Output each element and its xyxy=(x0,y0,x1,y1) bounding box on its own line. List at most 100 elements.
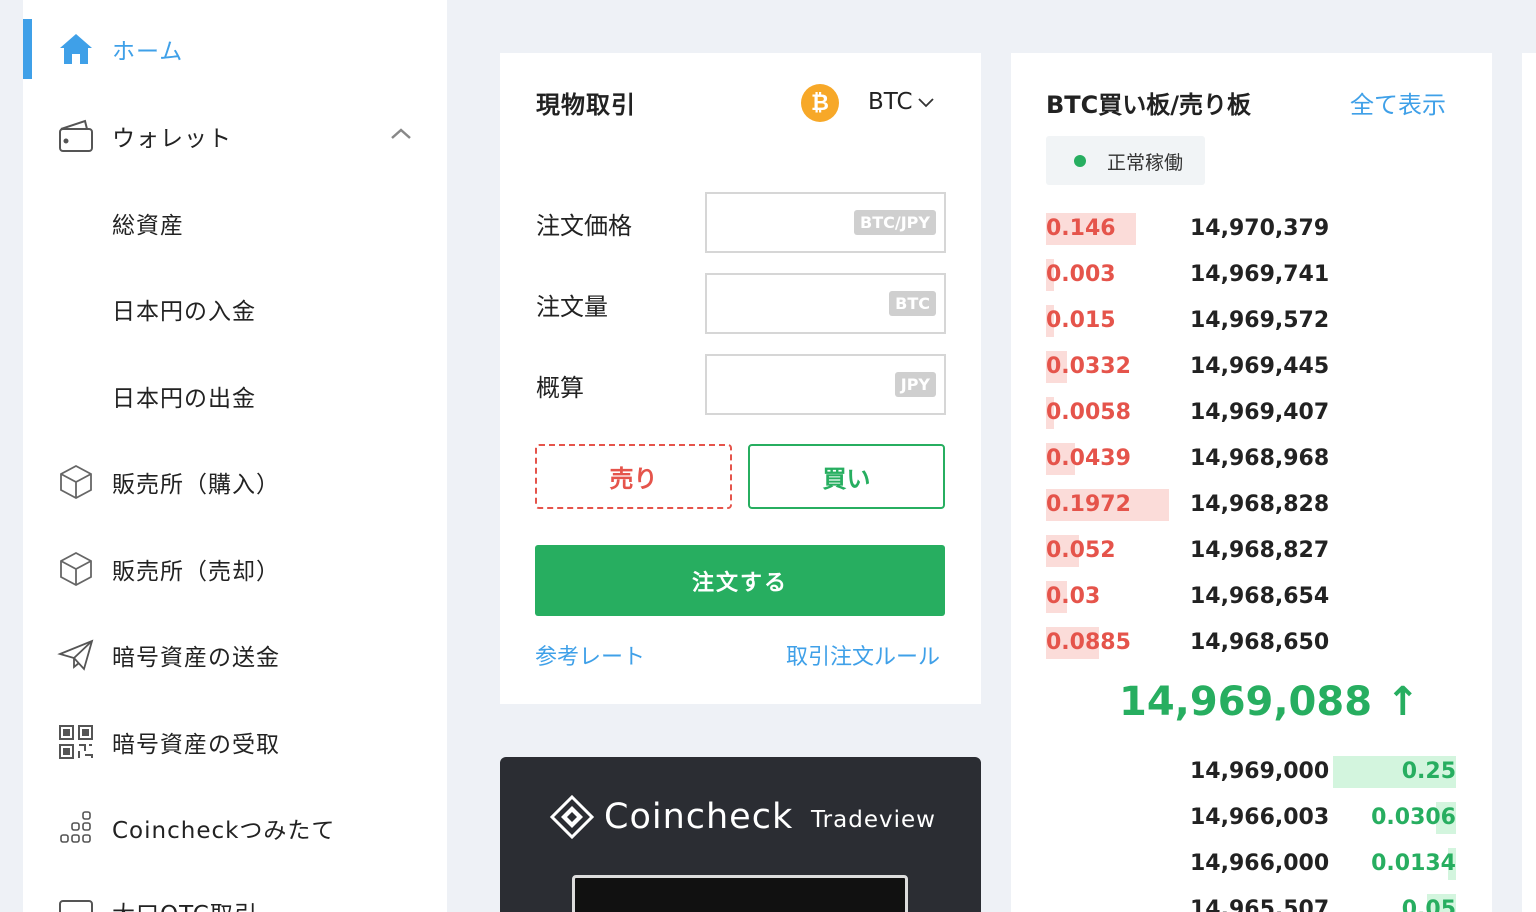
tradeview-banner[interactable]: Coincheck Tradeview xyxy=(500,757,981,912)
ask-price: 14,968,654 xyxy=(1190,584,1330,609)
sidebar-item-jpy-withdraw[interactable]: 日本円の出金 xyxy=(23,366,447,426)
ask-row[interactable]: 0.0058 14,969,407 xyxy=(1046,397,1456,429)
bid-price: 14,966,000 xyxy=(1190,851,1330,876)
ask-row[interactable]: 0.1972 14,968,828 xyxy=(1046,489,1456,521)
bid-row[interactable]: 14,969,000 0.25 xyxy=(1046,756,1456,788)
status-badge: 正常稼働 xyxy=(1046,136,1205,185)
ask-qty: 0.0439 xyxy=(1046,446,1131,471)
bid-price: 14,965,507 xyxy=(1190,897,1330,912)
bid-qty: 0.0306 xyxy=(1371,805,1456,830)
sidebar-item-buy[interactable]: 販売所（購入） xyxy=(23,452,447,512)
ask-row[interactable]: 0.015 14,969,572 xyxy=(1046,305,1456,337)
sidebar-item-label: ホーム xyxy=(112,39,184,65)
ask-price: 14,968,968 xyxy=(1190,446,1330,471)
home-icon xyxy=(57,30,95,68)
sidebar-item-label: 販売所（購入） xyxy=(112,472,280,498)
reference-rate-link[interactable]: 参考レート xyxy=(535,639,645,671)
sidebar-item-tsumitate[interactable]: Coincheckつみたて xyxy=(23,798,447,858)
ask-qty: 0.0332 xyxy=(1046,354,1131,379)
ask-price: 14,970,379 xyxy=(1190,216,1330,241)
status-text: 正常稼働 xyxy=(1107,152,1184,174)
sidebar-item-label: 日本円の入金 xyxy=(112,299,256,325)
amount-label: 注文量 xyxy=(536,293,608,321)
chevron-up-icon[interactable] xyxy=(389,122,413,146)
coin-selector[interactable]: BTC xyxy=(868,89,935,115)
sidebar-item-label: 暗号資産の受取 xyxy=(112,732,280,758)
sidebar-item-otc[interactable]: 大口OTC取引 xyxy=(23,882,447,912)
view-all-link[interactable]: 全て表示 xyxy=(1350,85,1446,120)
sidebar-item-send[interactable]: 暗号資産の送金 xyxy=(23,625,447,685)
order-book-title: BTC買い板/売り板 xyxy=(1046,91,1252,119)
sidebar-item-label: Coincheckつみたて xyxy=(112,818,336,844)
coin-selector-label: BTC xyxy=(868,89,913,115)
bid-row[interactable]: 14,966,003 0.0306 xyxy=(1046,802,1456,834)
ask-row[interactable]: 0.03 14,968,654 xyxy=(1046,581,1456,613)
sidebar-item-label: ウォレット xyxy=(112,126,232,152)
ask-price: 14,969,572 xyxy=(1190,308,1330,333)
sidebar-item-receive[interactable]: 暗号資産の受取 xyxy=(23,712,447,772)
card-icon xyxy=(57,893,95,912)
ask-price: 14,969,407 xyxy=(1190,400,1330,425)
order-book-panel: BTC買い板/売り板 全て表示 正常稼働 0.146 14,970,379 0.0… xyxy=(1011,53,1492,912)
adjacent-panel-edge xyxy=(1522,53,1536,912)
dots-grid-icon xyxy=(57,809,95,847)
sidebar-item-label: 日本円の出金 xyxy=(112,386,256,412)
panel-title: 現物取引 xyxy=(536,91,636,119)
ask-qty: 0.003 xyxy=(1046,262,1116,287)
last-price-value: 14,969,088 xyxy=(1119,679,1373,725)
bitcoin-icon: ₿ xyxy=(801,84,839,122)
ask-qty: 0.0885 xyxy=(1046,630,1131,655)
price-input[interactable]: BTC/JPY xyxy=(705,192,946,253)
ask-row[interactable]: 0.0332 14,969,445 xyxy=(1046,351,1456,383)
ask-qty: 0.146 xyxy=(1046,216,1116,241)
sidebar-item-total-assets[interactable]: 総資産 xyxy=(23,193,447,253)
buy-toggle-button[interactable]: 買い xyxy=(748,444,945,509)
bid-qty: 0.25 xyxy=(1401,759,1456,784)
box-icon xyxy=(57,550,95,588)
tradeview-brand: Coincheck xyxy=(604,797,794,837)
bid-row[interactable]: 14,966,000 0.0134 xyxy=(1046,848,1456,880)
tradeview-sub: Tradeview xyxy=(811,807,936,833)
qr-code-icon xyxy=(57,723,95,761)
sidebar-item-label: 販売所（売却） xyxy=(112,559,280,585)
bid-qty: 0.0134 xyxy=(1371,851,1456,876)
ask-row[interactable]: 0.003 14,969,741 xyxy=(1046,259,1456,291)
trading-rules-link[interactable]: 取引注文ルール xyxy=(786,639,940,671)
arrow-up-icon: ↑ xyxy=(1386,679,1420,725)
ask-qty: 0.03 xyxy=(1046,584,1101,609)
coincheck-logo-icon xyxy=(550,795,594,839)
ask-qty: 0.015 xyxy=(1046,308,1116,333)
bid-price: 14,969,000 xyxy=(1190,759,1330,784)
sidebar-item-sell[interactable]: 販売所（売却） xyxy=(23,539,447,599)
ask-price: 14,968,828 xyxy=(1190,492,1330,517)
price-label: 注文価格 xyxy=(536,212,632,240)
ask-price: 14,969,741 xyxy=(1190,262,1330,287)
ask-qty: 0.0058 xyxy=(1046,400,1131,425)
tradeview-screenshot xyxy=(572,875,908,912)
estimate-input[interactable]: JPY xyxy=(705,354,946,415)
sidebar-item-wallet[interactable]: ウォレット xyxy=(23,106,447,166)
sidebar-item-label: 総資産 xyxy=(112,213,184,239)
bid-price: 14,966,003 xyxy=(1190,805,1330,830)
sidebar: ホーム ウォレット 総資産 日本円の入金 日本円の出金 販売所（購入） 販売所（… xyxy=(23,0,447,912)
box-icon xyxy=(57,463,95,501)
unit-badge: BTC xyxy=(889,291,936,316)
paper-plane-icon xyxy=(57,636,95,674)
sidebar-item-label: 暗号資産の送金 xyxy=(112,645,280,671)
ask-row[interactable]: 0.146 14,970,379 xyxy=(1046,213,1456,245)
last-trade-price: 14,969,088 ↑ xyxy=(1119,679,1420,725)
ask-price: 14,969,445 xyxy=(1190,354,1330,379)
ask-row[interactable]: 0.0439 14,968,968 xyxy=(1046,443,1456,475)
amount-input[interactable]: BTC xyxy=(705,273,946,334)
spot-trade-panel: 現物取引 ₿ BTC 注文価格 BTC/JPY 注文量 BTC 概算 JPY 売… xyxy=(500,53,981,704)
sidebar-item-jpy-deposit[interactable]: 日本円の入金 xyxy=(23,279,447,339)
place-order-button[interactable]: 注文する xyxy=(535,545,945,616)
wallet-icon xyxy=(57,117,95,155)
sidebar-item-home[interactable]: ホーム xyxy=(23,19,447,79)
ask-qty: 0.052 xyxy=(1046,538,1116,563)
sell-toggle-button[interactable]: 売り xyxy=(535,444,732,509)
bid-qty: 0.05 xyxy=(1401,897,1456,912)
bid-row[interactable]: 14,965,507 0.05 xyxy=(1046,894,1456,912)
ask-row[interactable]: 0.052 14,968,827 xyxy=(1046,535,1456,567)
ask-row[interactable]: 0.0885 14,968,650 xyxy=(1046,627,1456,659)
